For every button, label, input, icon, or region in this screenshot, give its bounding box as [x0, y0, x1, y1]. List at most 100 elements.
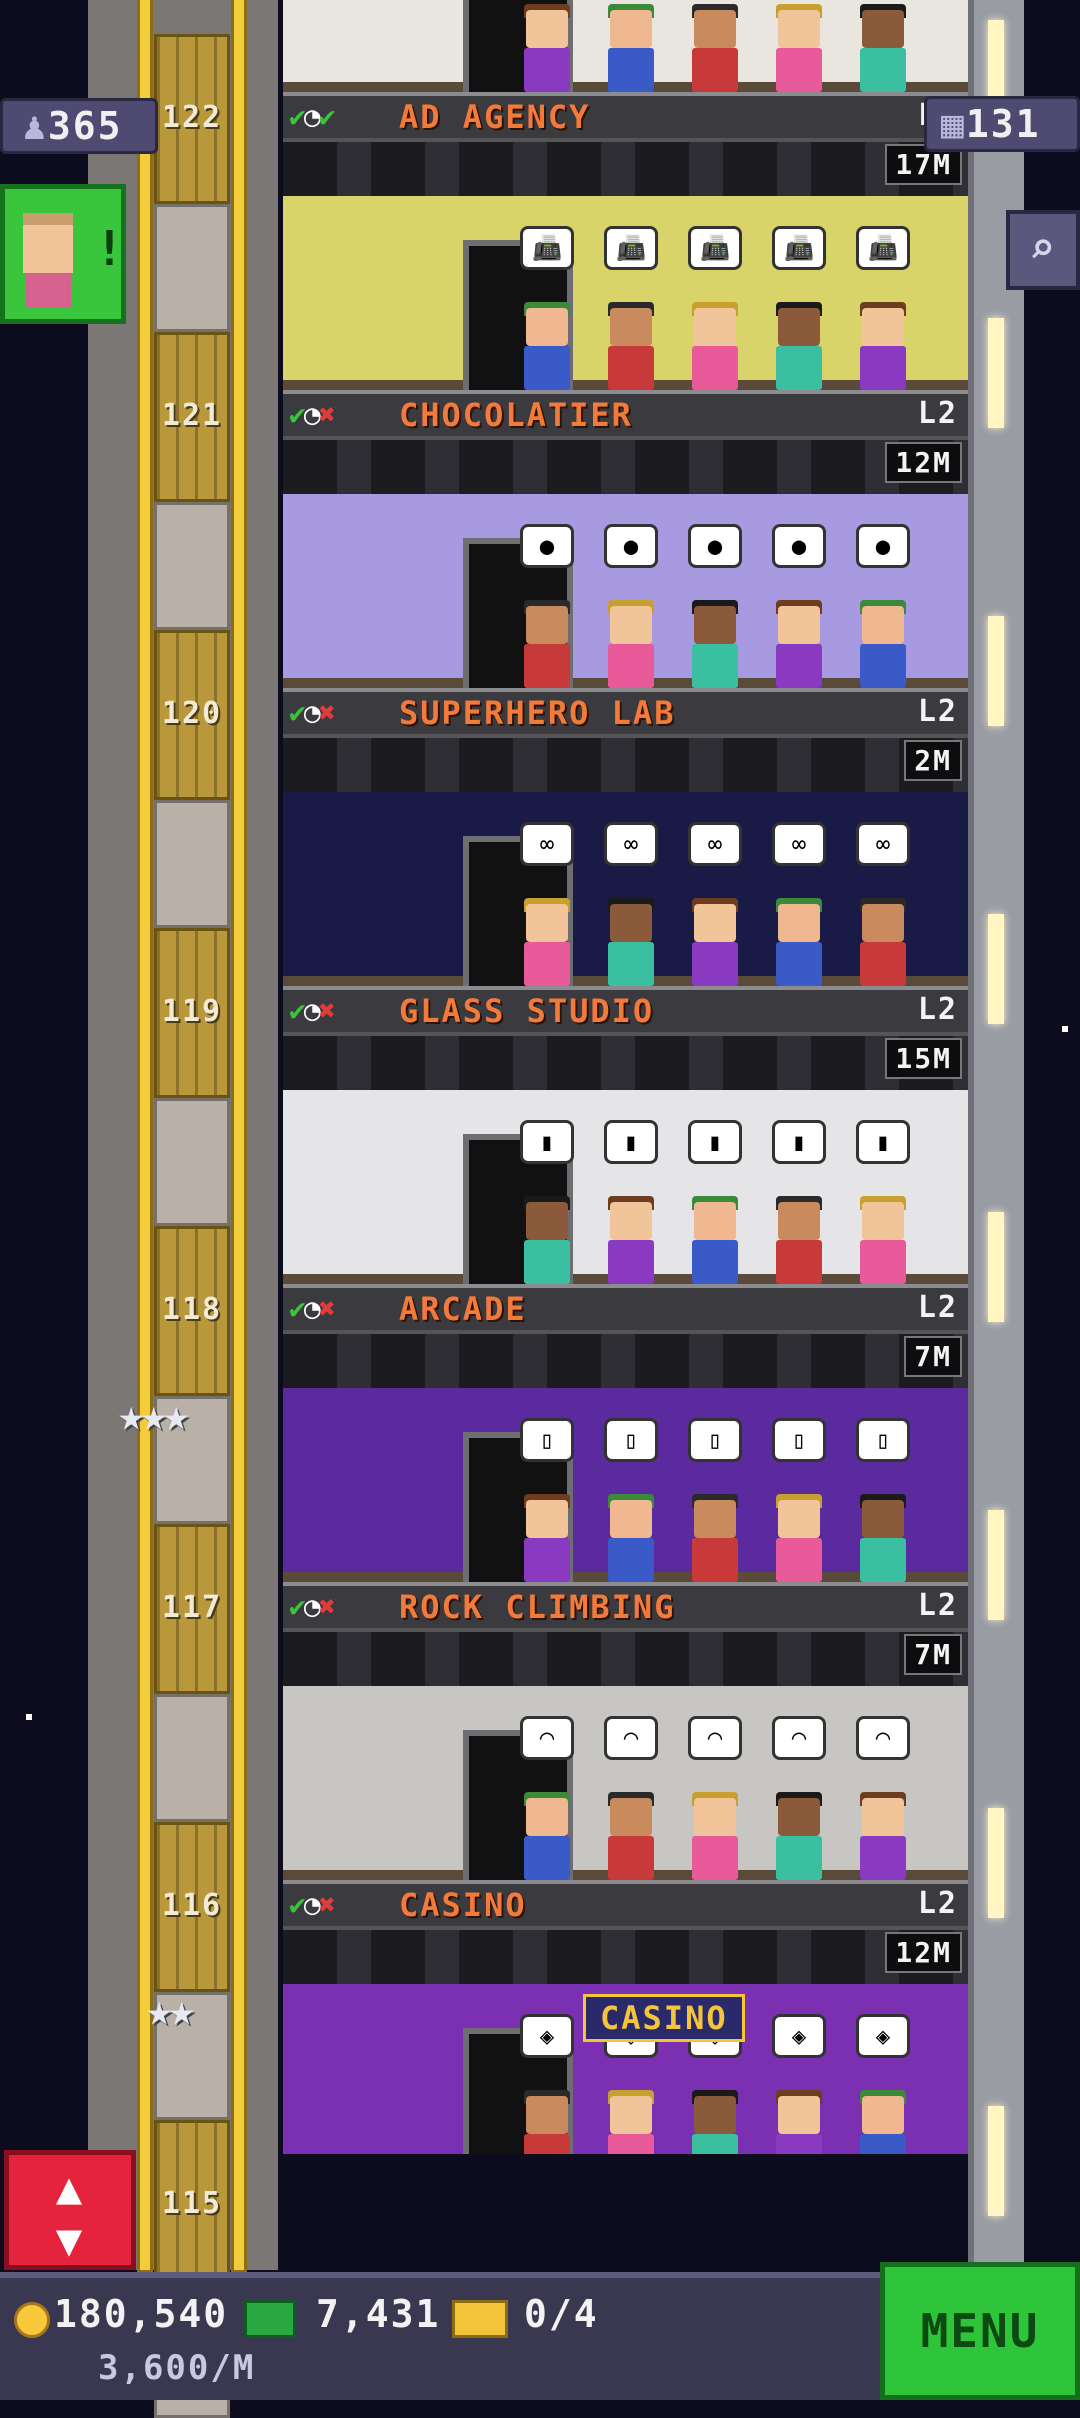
- product-bubble-icon: ◠: [688, 1716, 742, 1760]
- room-interior[interactable]: ● ● ● ● ●: [283, 494, 968, 688]
- bitizen[interactable]: ◠: [770, 1716, 828, 1880]
- floor-name-bar[interactable]: ✔◔✖ GLASS STUDIO L2: [283, 986, 968, 1032]
- bitizen[interactable]: ▯: [686, 1418, 744, 1582]
- floor[interactable]: 📠 📠 📠 📠 📠 ✔◔✖ CHOCOLATIER L2 12M: [283, 196, 968, 494]
- population-counter[interactable]: ♟365: [0, 98, 158, 154]
- floor-name-bar[interactable]: ✔◔✖ CASINO L2: [283, 1880, 968, 1926]
- bitizen[interactable]: ◈: [854, 2014, 912, 2154]
- shaft-floor[interactable]: 119: [154, 928, 230, 1226]
- bitizen[interactable]: ▯: [518, 1418, 576, 1582]
- bitizen-body: [692, 2134, 738, 2154]
- bitizen[interactable]: 📠: [686, 226, 744, 390]
- bitizen[interactable]: ◠: [854, 1716, 912, 1880]
- shaft-floor[interactable]: 120: [154, 630, 230, 928]
- floor[interactable]: ▯ ▯ ▯ ▯ ▯ ✔◔✖ ROCK CLIMBING L2 7M: [283, 1388, 968, 1686]
- clock-icon: ◔: [303, 994, 321, 1027]
- menu-button[interactable]: MENU: [880, 2262, 1080, 2400]
- bitizen-body: [524, 942, 570, 986]
- room-interior[interactable]: ▯ ▯ ▯ ▯ ▯: [283, 1388, 968, 1582]
- bitizen[interactable]: ◠: [686, 1716, 744, 1880]
- shaft-floor[interactable]: 121: [154, 332, 230, 630]
- bitizen[interactable]: 📠: [854, 226, 912, 390]
- clock-icon: ◔: [303, 1888, 321, 1921]
- bitizen[interactable]: ●: [770, 524, 828, 688]
- elevator-rail: [234, 0, 244, 2270]
- bitizen-body: [608, 1240, 654, 1284]
- bitizen[interactable]: ●: [518, 524, 576, 688]
- bitizen[interactable]: 🖼: [518, 0, 576, 92]
- bitizen[interactable]: ▯: [854, 1418, 912, 1582]
- product-bubble-icon: 📠: [772, 226, 826, 270]
- cross-icon: ✖: [318, 1292, 336, 1325]
- bitizen[interactable]: ▮: [518, 1120, 576, 1284]
- down-arrow-icon: ▼: [55, 2215, 85, 2266]
- bitizen[interactable]: ◈: [770, 2014, 828, 2154]
- bitizen[interactable]: ∞: [518, 822, 576, 986]
- bitizen[interactable]: 📠: [770, 226, 828, 390]
- bitizen[interactable]: ◠: [518, 1716, 576, 1880]
- bitizen[interactable]: ∞: [686, 822, 744, 986]
- shaft-floor[interactable]: 116: [154, 1822, 230, 2120]
- bitizen[interactable]: ●: [686, 524, 744, 688]
- bitizen-alert-button[interactable]: !: [0, 184, 126, 324]
- floor-name-bar[interactable]: ✔◔✖ CHOCOLATIER L2: [283, 390, 968, 436]
- bitizen[interactable]: 📠: [518, 226, 576, 390]
- check-icon: ✔: [318, 100, 336, 133]
- product-bubble-icon: ◠: [520, 1716, 574, 1760]
- room-interior[interactable]: ▮ ▮ ▮ ▮ ▮: [283, 1090, 968, 1284]
- shaft-floor[interactable]: 118: [154, 1226, 230, 1524]
- bitizen-head: [778, 606, 820, 644]
- bitizen[interactable]: ◈: [518, 2014, 576, 2154]
- bitizen-body: [524, 1538, 570, 1582]
- bitizen-head: [610, 1798, 652, 1836]
- bitizen-head: [694, 10, 736, 48]
- bitizen[interactable]: ∞: [854, 822, 912, 986]
- bitizen[interactable]: ◈: [686, 2014, 744, 2154]
- floor-name-bar[interactable]: ✔◔✖ SUPERHERO LAB L2: [283, 688, 968, 734]
- bitizen[interactable]: ▯: [770, 1418, 828, 1582]
- bitizen[interactable]: ●: [854, 524, 912, 688]
- bitizen[interactable]: ∞: [602, 822, 660, 986]
- room-interior[interactable]: ◠ ◠ ◠ ◠ ◠: [283, 1686, 968, 1880]
- product-bubble-icon: ∞: [856, 822, 910, 866]
- floor[interactable]: ◈◈◈◈◈CASINO: [283, 1984, 968, 2154]
- bitizen[interactable]: ∞: [770, 822, 828, 986]
- bitizen[interactable]: 🖼: [770, 0, 828, 92]
- floor-counter[interactable]: ▦131: [924, 96, 1080, 152]
- bitizen[interactable]: ▮: [854, 1120, 912, 1284]
- search-button[interactable]: ⌕: [1006, 210, 1080, 290]
- bitizen[interactable]: 🖼: [854, 0, 912, 92]
- bitizen[interactable]: ◈: [602, 2014, 660, 2154]
- room-interior[interactable]: ∞ ∞ ∞ ∞ ∞: [283, 792, 968, 986]
- bitizen[interactable]: 🖼: [686, 0, 744, 92]
- floor[interactable]: 🖼🖼🖼🖼🖼✔◔✔AD AGENCYL217M: [283, 0, 968, 196]
- room-interior[interactable]: 🖼 🖼 🖼 🖼 🖼: [283, 0, 968, 92]
- bitizen[interactable]: 🖼: [602, 0, 660, 92]
- bitizen[interactable]: ◠: [602, 1716, 660, 1880]
- room-interior[interactable]: 📠 📠 📠 📠 📠: [283, 196, 968, 390]
- elevator-button[interactable]: ▲ ▼: [4, 2150, 136, 2270]
- floor[interactable]: ▮ ▮ ▮ ▮ ▮ ✔◔✖ ARCADE L2 7M: [283, 1090, 968, 1388]
- bitizen[interactable]: ▯: [602, 1418, 660, 1582]
- bitizen[interactable]: ●: [602, 524, 660, 688]
- floor[interactable]: ● ● ● ● ● ✔◔✖ SUPERHERO LAB L2 2M: [283, 494, 968, 792]
- bitizen[interactable]: ▮: [602, 1120, 660, 1284]
- bitizen[interactable]: ▮: [770, 1120, 828, 1284]
- floor-name-bar[interactable]: ✔◔✖ ROCK CLIMBING L2: [283, 1582, 968, 1628]
- floor-name-bar[interactable]: ✔◔✖ ARCADE L2: [283, 1284, 968, 1330]
- stock-status: ✔◔✖: [289, 398, 336, 431]
- floor[interactable]: ∞ ∞ ∞ ∞ ∞ ✔◔✖ GLASS STUDIO L2 15M: [283, 792, 968, 1090]
- bitizen-body: [524, 2134, 570, 2154]
- cross-icon: ✖: [318, 696, 336, 729]
- shaft-floor[interactable]: 117: [154, 1524, 230, 1822]
- bitizen[interactable]: ▮: [686, 1120, 744, 1284]
- floor-name: SUPERHERO LAB: [399, 694, 676, 732]
- bitizen-head: [862, 2096, 904, 2134]
- shaft-floor[interactable]: 122: [154, 34, 230, 332]
- floor-name-bar[interactable]: ✔◔✔AD AGENCYL2: [283, 92, 968, 138]
- alert-icon: !: [95, 221, 126, 277]
- bitizen[interactable]: 📠: [602, 226, 660, 390]
- coins-value: 180,540: [54, 2292, 229, 2336]
- bitizen-head: [526, 904, 568, 942]
- floor[interactable]: ◠ ◠ ◠ ◠ ◠ ✔◔✖ CASINO L2 12M: [283, 1686, 968, 1984]
